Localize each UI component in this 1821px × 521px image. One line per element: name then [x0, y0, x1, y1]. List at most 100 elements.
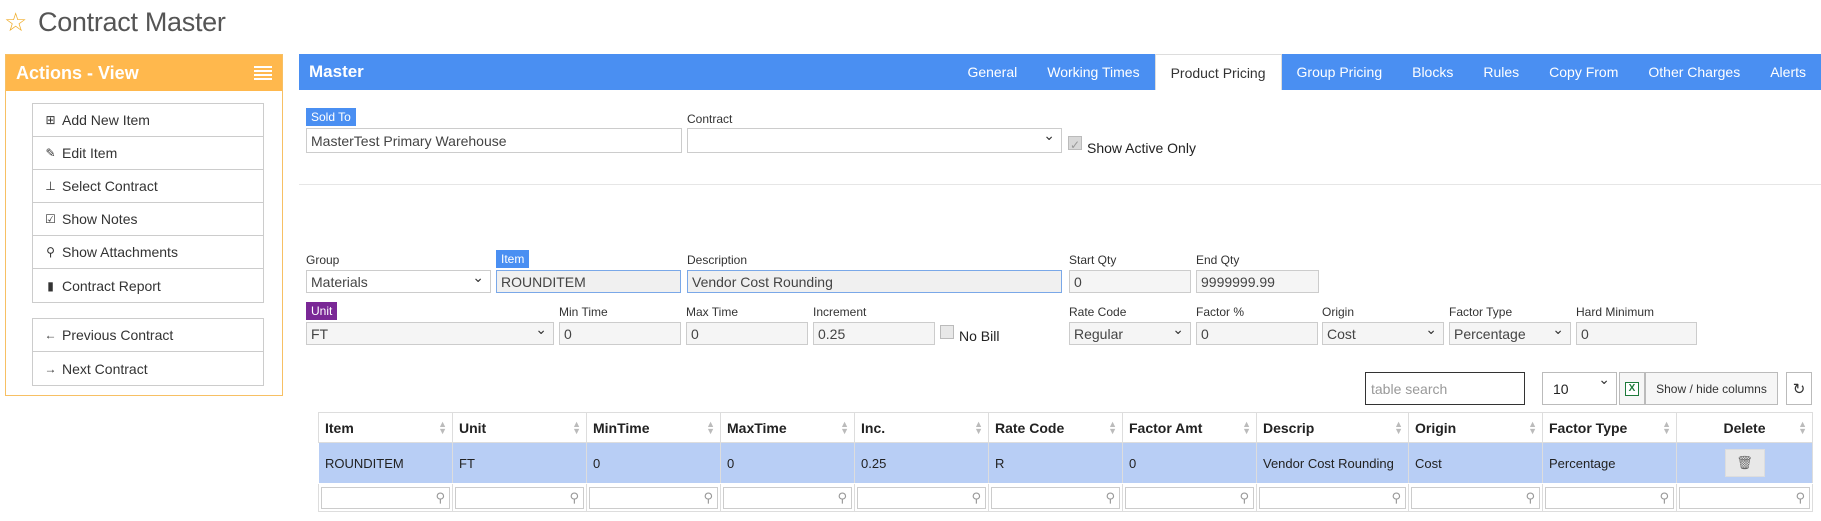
description-label: Description	[687, 253, 748, 267]
filter-input-rate-code[interactable]: ⚲	[991, 486, 1120, 509]
start-qty-label: Start Qty	[1069, 253, 1117, 267]
select-contract-button[interactable]: ⊥ Select Contract	[33, 170, 263, 203]
search-icon: ⚲	[1795, 489, 1805, 505]
excel-icon: X	[1625, 381, 1639, 396]
cell-rate-code: R	[988, 442, 1123, 484]
delete-row-button[interactable]: 🗑	[1724, 449, 1765, 477]
hamburger-menu-icon[interactable]	[254, 66, 272, 80]
show-hide-columns-button[interactable]: Show / hide columns	[1645, 372, 1778, 405]
no-bill-checkbox[interactable]	[940, 325, 954, 339]
filter-input-inc[interactable]: ⚲	[857, 486, 986, 509]
refresh-button[interactable]: ↻	[1786, 372, 1812, 405]
pin-icon: ⊥	[45, 179, 56, 193]
max-time-input[interactable]: 0	[686, 322, 808, 345]
col-header-rate-code[interactable]: Rate Code ▲ ▼	[988, 412, 1123, 443]
factor-input[interactable]: 0	[1196, 322, 1318, 345]
filter-input-unit[interactable]: ⚲	[455, 486, 584, 509]
filter-input-origin[interactable]: ⚲	[1411, 486, 1540, 509]
tab-working-times[interactable]: Working Times	[1032, 54, 1154, 90]
pencil-icon: ✎	[45, 146, 56, 160]
col-header-inc[interactable]: Inc. ▲ ▼	[854, 412, 989, 443]
star-icon[interactable]: ☆	[4, 9, 30, 35]
arrow-left-icon: ←	[44, 328, 57, 342]
plus-square-icon: ⊞	[45, 113, 56, 127]
master-title: Master	[309, 62, 364, 81]
sold-to-input[interactable]: MasterTest Primary Warehouse	[306, 128, 682, 153]
item-input[interactable]: ROUNDITEM	[496, 270, 681, 293]
export-excel-button[interactable]: X	[1619, 372, 1645, 405]
description-input[interactable]: Vendor Cost Rounding	[687, 270, 1062, 293]
tab-rules[interactable]: Rules	[1468, 54, 1534, 90]
next-contract-button[interactable]: → Next Contract	[33, 352, 263, 385]
increment-input[interactable]: 0.25	[813, 322, 935, 345]
filter-input-item[interactable]: ⚲	[321, 486, 450, 509]
search-icon: ⚲	[1391, 489, 1401, 505]
add-new-item-button[interactable]: ⊞ Add New Item	[33, 104, 263, 137]
table-search-input[interactable]: table search	[1365, 372, 1525, 405]
hard-min-input[interactable]: 0	[1576, 322, 1697, 345]
group-select[interactable]: Materials	[306, 269, 491, 293]
factor-type-select[interactable]: Percentage	[1449, 321, 1571, 345]
col-header-item[interactable]: Item ▲ ▼	[318, 412, 453, 443]
page-size-select[interactable]: 10	[1542, 371, 1617, 405]
end-qty-input[interactable]: 9999999.99	[1196, 270, 1319, 293]
start-qty-input[interactable]: 0	[1069, 270, 1191, 293]
cell-descrip: Vendor Cost Rounding	[1256, 442, 1409, 484]
tab-alerts[interactable]: Alerts	[1755, 54, 1821, 90]
min-time-label: Min Time	[559, 305, 608, 319]
col-header-delete[interactable]: Delete ▲ ▼	[1676, 412, 1813, 443]
cell-origin: Cost	[1408, 442, 1543, 484]
cell-factor-type: Percentage	[1542, 442, 1677, 484]
end-qty-label: End Qty	[1196, 253, 1240, 267]
col-header-factor-amt[interactable]: Factor Amt ▲ ▼	[1122, 412, 1257, 443]
actions-panel: Actions - View ⊞ Add New Item ✎ Edit Ite…	[5, 54, 283, 396]
search-icon: ⚲	[1659, 489, 1669, 505]
file-icon: ▮	[47, 278, 54, 293]
tab-blocks[interactable]: Blocks	[1397, 54, 1468, 90]
tab-product-pricing[interactable]: Product Pricing	[1154, 54, 1282, 90]
item-label: Item	[496, 250, 530, 268]
search-icon: ⚲	[569, 489, 579, 505]
tab-general[interactable]: General	[952, 54, 1032, 90]
col-header-mintime[interactable]: MinTime ▲ ▼	[586, 412, 721, 443]
tab-other-charges[interactable]: Other Charges	[1633, 54, 1755, 90]
filter-input-factor-amt[interactable]: ⚲	[1125, 486, 1254, 509]
rate-code-label: Rate Code	[1069, 305, 1127, 319]
table-row[interactable]: ROUNDITEM FT 0 0 0.25 R 0 Vendor Cost Ro…	[318, 442, 1813, 484]
tab-copy-from[interactable]: Copy From	[1534, 54, 1633, 90]
previous-contract-button[interactable]: ← Previous Contract	[33, 319, 263, 352]
rate-code-select[interactable]: Regular	[1069, 321, 1191, 345]
edit-item-button[interactable]: ✎ Edit Item	[33, 137, 263, 170]
col-header-factor-type[interactable]: Factor Type ▲ ▼	[1542, 412, 1677, 443]
search-icon: ⚲	[971, 489, 981, 505]
show-active-label: Show Active Only	[1087, 140, 1196, 156]
show-attachments-button[interactable]: ⚲ Show Attachments	[33, 236, 263, 269]
unit-select[interactable]: FT	[306, 321, 554, 345]
table-filter-row: ⚲ ⚲ ⚲ ⚲ ⚲ ⚲ ⚲ ⚲ ⚲ ⚲ ⚲	[318, 483, 1813, 512]
edit-note-icon: ☑	[45, 212, 56, 226]
filter-input-descrip[interactable]: ⚲	[1259, 486, 1406, 509]
col-header-unit[interactable]: Unit ▲ ▼	[452, 412, 587, 443]
filter-input-mintime[interactable]: ⚲	[589, 486, 718, 509]
show-active-checkbox[interactable]	[1068, 136, 1082, 150]
cell-factor-amt: 0	[1122, 442, 1257, 484]
master-header: Master General Working Times Product Pri…	[299, 54, 1821, 90]
filter-input-maxtime[interactable]: ⚲	[723, 486, 852, 509]
min-time-input[interactable]: 0	[559, 322, 681, 345]
contract-select[interactable]	[687, 127, 1062, 153]
tab-group-pricing[interactable]: Group Pricing	[1282, 54, 1398, 90]
origin-select[interactable]: Cost	[1322, 321, 1444, 345]
cell-mintime: 0	[586, 442, 721, 484]
search-icon: ⚲	[837, 489, 847, 505]
cell-item: ROUNDITEM	[318, 442, 453, 484]
col-header-descrip[interactable]: Descrip ▲ ▼	[1256, 412, 1409, 443]
filter-input-factor-type[interactable]: ⚲	[1545, 486, 1674, 509]
filter-input-delete[interactable]: ⚲	[1679, 486, 1810, 509]
col-header-maxtime[interactable]: MaxTime ▲ ▼	[720, 412, 855, 443]
col-header-origin[interactable]: Origin ▲ ▼	[1408, 412, 1543, 443]
actions-title: Actions - View	[16, 62, 139, 83]
contract-report-button[interactable]: ▮ Contract Report	[33, 269, 263, 302]
show-notes-button[interactable]: ☑ Show Notes	[33, 203, 263, 236]
arrow-right-icon: →	[44, 361, 57, 376]
search-icon: ⚲	[1239, 489, 1249, 505]
